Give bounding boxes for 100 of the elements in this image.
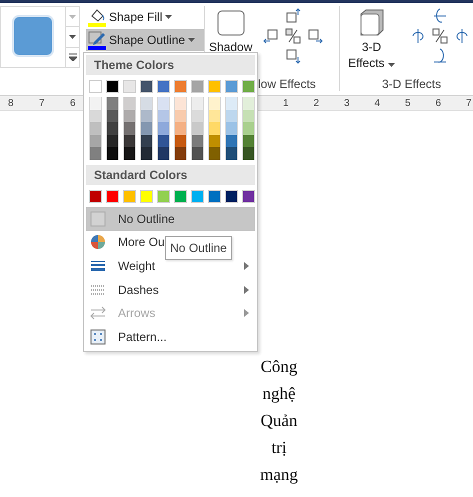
color-swatch[interactable] [191,147,204,160]
color-swatch[interactable] [106,134,119,148]
color-swatch[interactable] [208,80,221,93]
color-swatch[interactable] [140,190,153,203]
more-icon [68,53,76,62]
color-swatch[interactable] [225,147,238,160]
color-swatch[interactable] [140,97,153,110]
color-swatch[interactable] [191,190,204,203]
color-swatch[interactable] [174,80,187,93]
color-swatch[interactable] [208,190,221,203]
color-swatch[interactable] [225,97,238,110]
color-swatch[interactable] [157,97,170,110]
color-swatch[interactable] [123,97,136,110]
caret-icon [388,63,395,67]
document-text: trị [271,437,287,459]
rounded-square-icon [11,14,55,60]
color-swatch[interactable] [106,190,119,203]
empty-swatch-icon [90,210,106,227]
color-swatch[interactable] [174,110,187,122]
color-swatch[interactable] [225,190,238,203]
color-swatch[interactable] [242,110,255,122]
color-swatch[interactable] [157,110,170,122]
tooltip: No Outline [165,236,232,260]
cube-icon [358,8,386,38]
shape-fill-button[interactable]: Shape Fill [86,6,204,28]
color-swatch[interactable] [157,80,170,93]
color-swatch[interactable] [140,80,153,93]
color-swatch[interactable] [191,122,204,135]
color-swatch[interactable] [174,134,187,148]
color-swatch[interactable] [106,122,119,135]
color-swatch[interactable] [89,190,102,203]
color-swatch[interactable] [123,134,136,148]
color-swatch[interactable] [89,110,102,122]
color-swatch[interactable] [140,110,153,122]
pencil-icon [88,30,106,50]
nudge-left-icon [263,28,280,44]
pattern-icon [90,329,106,346]
color-swatch[interactable] [106,110,119,122]
color-swatch[interactable] [123,80,136,93]
menu-item[interactable]: No Outline [86,206,255,231]
document-text: nghệ [262,383,296,405]
group-label: low Effects [258,77,316,91]
color-swatch[interactable] [208,97,221,110]
color-swatch[interactable] [191,110,204,122]
color-swatch[interactable] [225,110,238,122]
color-swatch[interactable] [208,110,221,122]
color-swatch[interactable] [89,122,102,135]
color-swatch[interactable] [174,190,187,203]
menu-item[interactable]: Pattern... [86,325,255,349]
color-swatch[interactable] [191,134,204,148]
color-swatch[interactable] [89,80,102,93]
color-swatch[interactable] [140,122,153,135]
color-swatch[interactable] [123,122,136,135]
shape-outline-button[interactable]: Shape Outline [86,29,204,51]
color-swatch[interactable] [89,134,102,148]
color-swatch[interactable] [208,134,221,148]
color-swatch[interactable] [242,97,255,110]
color-swatch[interactable] [106,147,119,160]
nudge-up-icon [285,8,302,24]
color-swatch[interactable] [157,134,170,148]
group-label: 3-D Effects [382,77,442,91]
color-swatch[interactable] [157,147,170,160]
color-swatch[interactable] [123,190,136,203]
color-swatch[interactable] [242,122,255,135]
color-swatch[interactable] [208,122,221,135]
color-swatch[interactable] [242,80,255,93]
menu-item[interactable]: Dashes [86,278,255,302]
color-swatch[interactable] [89,97,102,110]
color-swatch[interactable] [157,190,170,203]
document-text: mạng [260,464,298,486]
color-swatch[interactable] [225,122,238,135]
3d-effects-button[interactable]: 3-D Effects [340,6,403,77]
color-swatch[interactable] [225,80,238,93]
color-swatch[interactable] [208,147,221,160]
ruler-number: 5 [405,98,411,108]
nudge-down-icon [285,48,302,64]
color-swatch[interactable] [157,122,170,135]
color-swatch[interactable] [191,80,204,93]
color-swatch[interactable] [89,147,102,160]
color-swatch[interactable] [242,134,255,148]
color-swatch[interactable] [191,97,204,110]
color-swatch[interactable] [106,97,119,110]
color-swatch[interactable] [174,122,187,135]
color-swatch[interactable] [140,134,153,148]
color-wheel-icon [90,234,106,250]
ruler-number: 6 [70,98,76,108]
document-text: Công [260,356,298,378]
color-swatch[interactable] [123,110,136,122]
color-swatch[interactable] [174,147,187,160]
shadow-toggle-icon [285,28,302,44]
color-swatch[interactable] [174,97,187,110]
color-swatch[interactable] [140,147,153,160]
color-swatch[interactable] [123,147,136,160]
ruler-number: 1 [283,98,289,108]
color-swatch[interactable] [242,147,255,160]
color-swatch[interactable] [242,190,255,203]
ruler-number: 3 [344,98,350,108]
color-swatch[interactable] [106,80,119,93]
3d-toggle-icon [432,28,448,44]
color-swatch[interactable] [225,134,238,148]
